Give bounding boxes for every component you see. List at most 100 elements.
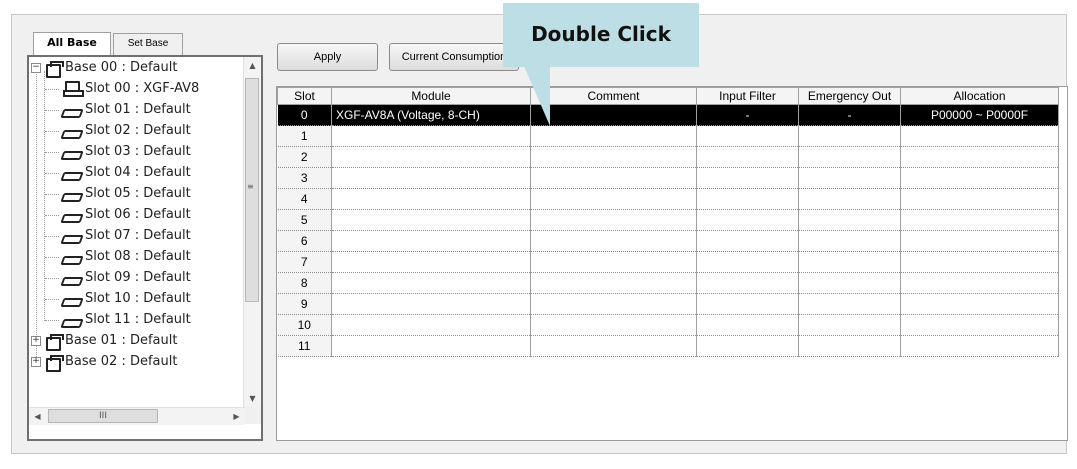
cell-allocation[interactable]: P00000 ~ P0000F	[900, 104, 1059, 126]
cell-comment[interactable]	[530, 230, 697, 252]
cell-comment[interactable]	[530, 146, 697, 168]
cell-slot[interactable]: 1	[277, 125, 332, 147]
cell-slot[interactable]: 10	[277, 314, 332, 336]
cell-module[interactable]	[331, 209, 531, 231]
tree-horizontal-scrollbar[interactable]: ◀ III ▶	[29, 407, 245, 425]
cell-slot[interactable]: 5	[277, 209, 332, 231]
column-header[interactable]: Input Filter	[696, 87, 799, 105]
cell-allocation[interactable]	[900, 230, 1059, 252]
cell-allocation[interactable]	[900, 314, 1059, 336]
cell-comment[interactable]	[530, 104, 697, 126]
cell-allocation[interactable]	[900, 146, 1059, 168]
table-row[interactable]: 11	[277, 335, 1059, 357]
cell-module[interactable]	[331, 125, 531, 147]
table-row[interactable]: 1	[277, 125, 1059, 147]
table-row[interactable]: 6	[277, 230, 1059, 252]
cell-allocation[interactable]	[900, 272, 1059, 294]
cell-slot[interactable]: 11	[277, 335, 332, 357]
table-row[interactable]: 10	[277, 314, 1059, 336]
column-header[interactable]: Module	[331, 87, 531, 105]
cell-emergency-out[interactable]	[798, 314, 901, 336]
cell-allocation[interactable]	[900, 335, 1059, 357]
cell-module[interactable]	[331, 251, 531, 273]
cell-module[interactable]	[331, 230, 531, 252]
expand-icon[interactable]: +	[31, 336, 41, 346]
cell-comment[interactable]	[530, 125, 697, 147]
tree-horizontal-scroll-thumb[interactable]: III	[48, 409, 158, 423]
cell-module[interactable]	[331, 146, 531, 168]
cell-comment[interactable]	[530, 167, 697, 189]
cell-emergency-out[interactable]	[798, 188, 901, 210]
cell-emergency-out[interactable]	[798, 209, 901, 231]
table-row[interactable]: 0 XGF-AV8A (Voltage, 8-CH) - - P00000 ~ P000…	[277, 104, 1059, 126]
cell-emergency-out[interactable]	[798, 251, 901, 273]
column-header[interactable]: Comment	[530, 87, 697, 105]
cell-module[interactable]	[331, 167, 531, 189]
cell-input-filter[interactable]	[696, 146, 799, 168]
cell-allocation[interactable]	[900, 188, 1059, 210]
cell-module[interactable]	[331, 335, 531, 357]
cell-input-filter[interactable]	[696, 272, 799, 294]
cell-allocation[interactable]	[900, 251, 1059, 273]
cell-module[interactable]: XGF-AV8A (Voltage, 8-CH)	[331, 104, 531, 126]
cell-emergency-out[interactable]	[798, 125, 901, 147]
cell-slot[interactable]: 7	[277, 251, 332, 273]
column-header[interactable]: Emergency Out	[798, 87, 901, 105]
cell-emergency-out[interactable]	[798, 230, 901, 252]
cell-module[interactable]	[331, 314, 531, 336]
current-consumption-button[interactable]: Current Consumption	[389, 43, 519, 71]
cell-input-filter[interactable]	[696, 230, 799, 252]
cell-input-filter[interactable]	[696, 125, 799, 147]
cell-emergency-out[interactable]: -	[798, 104, 901, 126]
scroll-up-arrow-icon[interactable]: ▲	[244, 57, 261, 74]
table-row[interactable]: 9	[277, 293, 1059, 315]
cell-slot[interactable]: 0	[277, 104, 332, 126]
cell-slot[interactable]: 2	[277, 146, 332, 168]
cell-emergency-out[interactable]	[798, 272, 901, 294]
cell-emergency-out[interactable]	[798, 167, 901, 189]
cell-slot[interactable]: 3	[277, 167, 332, 189]
cell-slot[interactable]: 4	[277, 188, 332, 210]
cell-comment[interactable]	[530, 209, 697, 231]
cell-allocation[interactable]	[900, 125, 1059, 147]
apply-button[interactable]: Apply	[277, 43, 378, 71]
cell-input-filter[interactable]	[696, 293, 799, 315]
cell-input-filter[interactable]	[696, 209, 799, 231]
cell-emergency-out[interactable]	[798, 146, 901, 168]
cell-input-filter[interactable]	[696, 167, 799, 189]
cell-slot[interactable]: 9	[277, 293, 332, 315]
table-row[interactable]: 8	[277, 272, 1059, 294]
cell-input-filter[interactable]	[696, 314, 799, 336]
cell-module[interactable]	[331, 293, 531, 315]
table-row[interactable]: 4	[277, 188, 1059, 210]
table-row[interactable]: 2	[277, 146, 1059, 168]
table-row[interactable]: 7	[277, 251, 1059, 273]
cell-comment[interactable]	[530, 314, 697, 336]
cell-input-filter[interactable]	[696, 251, 799, 273]
scroll-left-arrow-icon[interactable]: ◀	[29, 408, 46, 425]
column-header[interactable]: Allocation	[900, 87, 1059, 105]
cell-input-filter[interactable]: -	[696, 104, 799, 126]
cell-comment[interactable]	[530, 335, 697, 357]
cell-comment[interactable]	[530, 293, 697, 315]
cell-allocation[interactable]	[900, 293, 1059, 315]
cell-allocation[interactable]	[900, 167, 1059, 189]
column-header[interactable]: Slot	[277, 87, 332, 105]
cell-comment[interactable]	[530, 188, 697, 210]
cell-emergency-out[interactable]	[798, 335, 901, 357]
tab-set-base[interactable]: Set Base	[113, 33, 183, 55]
tree-vertical-scrollbar[interactable]: ▲ ≡ ▼	[243, 57, 261, 407]
table-row[interactable]: 3	[277, 167, 1059, 189]
cell-comment[interactable]	[530, 251, 697, 273]
cell-slot[interactable]: 6	[277, 230, 332, 252]
cell-emergency-out[interactable]	[798, 293, 901, 315]
collapse-icon[interactable]: −	[31, 63, 41, 73]
cell-allocation[interactable]	[900, 209, 1059, 231]
cell-input-filter[interactable]	[696, 188, 799, 210]
cell-module[interactable]	[331, 272, 531, 294]
scroll-down-arrow-icon[interactable]: ▼	[244, 390, 261, 407]
table-row[interactable]: 5	[277, 209, 1059, 231]
expand-icon[interactable]: +	[31, 357, 41, 367]
tab-all-base[interactable]: All Base	[33, 32, 111, 56]
cell-module[interactable]	[331, 188, 531, 210]
